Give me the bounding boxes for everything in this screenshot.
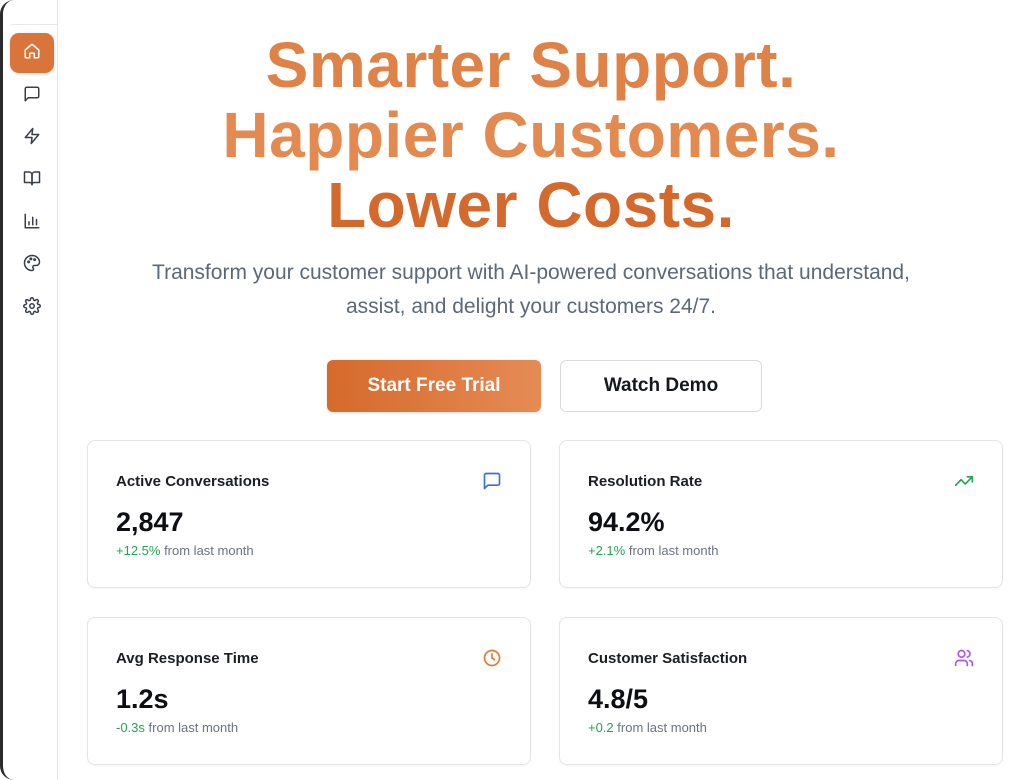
sidebar-item-settings[interactable]: [10, 288, 54, 328]
stat-card-active-conversations: Active Conversations 2,847 +12.5% from l…: [87, 440, 531, 588]
sidebar-divider: [11, 24, 57, 25]
stat-delta-suffix: from last month: [160, 543, 254, 558]
stat-delta: +0.2 from last month: [588, 720, 707, 735]
sidebar: [0, 0, 58, 780]
hero-title: Smarter Support. Happier Customers. Lowe…: [60, 30, 1002, 240]
stat-value: 4.8/5: [588, 684, 649, 714]
stat-label: Avg Response Time: [116, 650, 259, 667]
bar-chart-icon: [23, 212, 41, 235]
stat-value: 94.2%: [588, 507, 665, 537]
stat-delta-value: +2.1%: [588, 543, 626, 558]
hero-title-line-2: Happier Customers.: [222, 99, 840, 171]
palette-icon: [23, 254, 41, 277]
sidebar-item-home[interactable]: [10, 33, 54, 73]
stat-delta-value: +0.2: [588, 720, 614, 735]
users-icon: [954, 648, 974, 668]
stat-delta-value: -0.3s: [116, 720, 145, 735]
stat-delta-suffix: from last month: [144, 720, 239, 735]
stat-label: Active Conversations: [116, 473, 270, 490]
hero-title-line-3: Lower Costs.: [327, 169, 735, 241]
stat-delta-suffix: from last month: [613, 720, 707, 735]
stat-label: Resolution Rate: [588, 473, 703, 490]
book-open-icon: [23, 169, 41, 192]
zap-icon: [23, 127, 41, 150]
sidebar-item-knowledge-base[interactable]: [10, 160, 54, 200]
stat-delta: -0.3s from last month: [116, 720, 238, 735]
stat-card-avg-response-time: Avg Response Time 1.2s -0.3s from last m…: [87, 617, 531, 765]
stat-card-customer-satisfaction: Customer Satisfaction 4.8/5 +0.2 from la…: [559, 617, 1003, 765]
stat-delta-value: +12.5%: [116, 543, 161, 558]
stat-delta: +12.5% from last month: [116, 543, 254, 558]
sidebar-item-appearance[interactable]: [10, 245, 54, 285]
gear-icon: [23, 296, 41, 320]
sidebar-item-conversations[interactable]: [10, 76, 54, 116]
hero-title-line-1: Smarter Support.: [265, 29, 797, 101]
message-square-icon: [482, 471, 502, 491]
message-square-icon: [23, 85, 41, 108]
stat-delta-suffix: from last month: [625, 543, 719, 558]
stat-label: Customer Satisfaction: [588, 650, 748, 667]
stat-card-resolution-rate: Resolution Rate 94.2% +2.1% from last mo…: [559, 440, 1003, 588]
main-content: Smarter Support. Happier Customers. Lowe…: [60, 0, 1032, 780]
stat-value: 2,847: [116, 507, 184, 537]
home-icon: [23, 42, 41, 65]
watch-demo-button[interactable]: Watch Demo: [560, 360, 762, 412]
hero-subtitle: Transform your customer support with AI-…: [152, 261, 910, 318]
trending-up-icon: [954, 471, 974, 491]
sidebar-item-analytics[interactable]: [10, 203, 54, 243]
stat-delta: +2.1% from last month: [588, 543, 718, 558]
stat-value: 1.2s: [116, 684, 169, 714]
clock-icon: [482, 648, 502, 668]
sidebar-item-automations[interactable]: [10, 118, 54, 158]
start-free-trial-button[interactable]: Start Free Trial: [327, 360, 541, 412]
